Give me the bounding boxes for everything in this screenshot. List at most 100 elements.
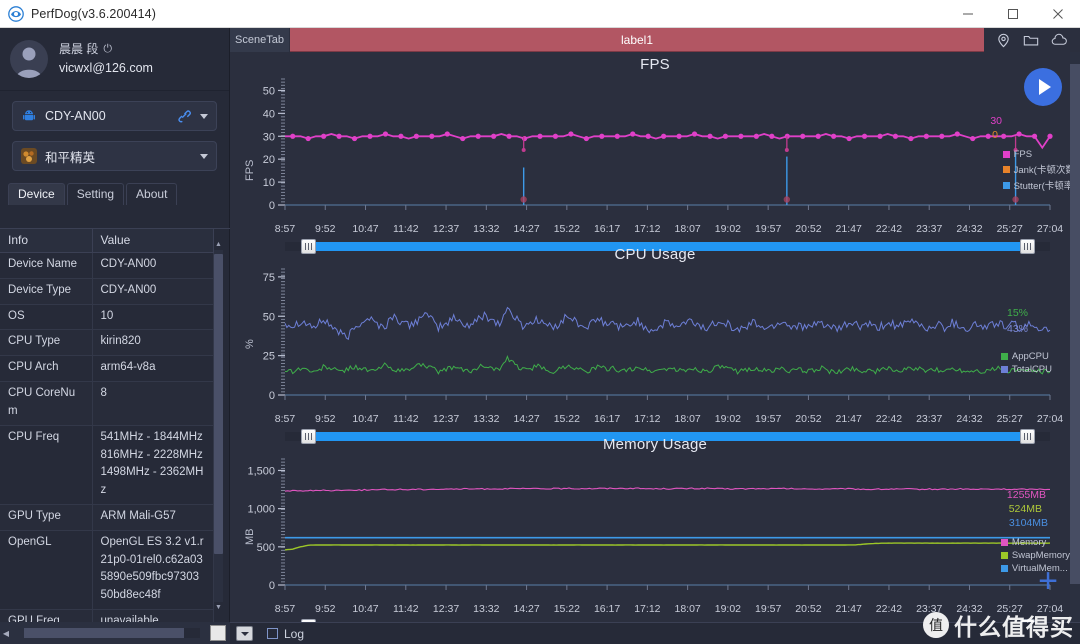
legend-label: Stutter(卡顿率): [1013, 181, 1077, 192]
device-selector[interactable]: CDY-AN00: [12, 101, 217, 131]
app-name-label: 和平精英: [45, 150, 96, 165]
x-tick-label: 18:07: [674, 413, 701, 425]
chevron-down-icon[interactable]: [200, 153, 208, 159]
resize-grip[interactable]: [210, 625, 226, 641]
table-row: CPU CoreNum 8: [0, 381, 214, 426]
legend-item[interactable]: SwapMemory: [1000, 550, 1070, 561]
svg-text:30: 30: [263, 131, 275, 143]
scroll-left-arrow-icon[interactable]: ◀: [0, 629, 12, 638]
legend-item[interactable]: FPS: [1002, 149, 1078, 160]
legend-item[interactable]: VirtualMem...: [1000, 563, 1070, 574]
scene-tab-button[interactable]: SceneTab: [230, 28, 290, 52]
watermark: 值 什么值得买: [923, 608, 1074, 642]
hscroll-thumb[interactable]: [24, 628, 184, 638]
tab-setting[interactable]: Setting: [66, 183, 125, 205]
maximize-button[interactable]: [990, 0, 1035, 28]
x-tick-label: 16:17: [593, 413, 621, 425]
table-row: Device Name CDY-AN00: [0, 252, 214, 279]
main-vertical-scrollbar[interactable]: [1070, 52, 1080, 622]
x-tick-label: 13:32: [473, 413, 500, 425]
info-key: OpenGL: [0, 530, 93, 611]
plot-cpu[interactable]: % 0 25 50 75 15% 43% AppCPU TotalCPU: [230, 263, 1080, 413]
legend-label: TotalCPU: [1011, 364, 1052, 375]
legend-item[interactable]: Memory: [1000, 537, 1070, 548]
close-button[interactable]: [1035, 0, 1080, 28]
x-tick-label: 24:32: [956, 223, 983, 235]
scene-bar: SceneTab label1: [230, 28, 1080, 52]
cloud-icon[interactable]: [1051, 33, 1068, 47]
app-selector[interactable]: 和平精英: [12, 141, 217, 171]
perfdog-window: PerfDog(v3.6.200414) 晨晨 段 ⏻ vicwxl@126.c…: [0, 0, 1080, 644]
main-scrollbar-thumb[interactable]: [1070, 64, 1080, 584]
watermark-logo: 值: [923, 612, 949, 638]
x-axis-cpu: 8:57 9:52 10:47 11:42 12:37 13:32 14:27 15:22 16…: [230, 413, 1080, 429]
memory-current-value-1: 524MB: [1008, 503, 1042, 515]
hscroll-track[interactable]: [24, 628, 200, 638]
svg-text:20: 20: [263, 154, 275, 166]
cpu-plot-svg: 0 25 50 75: [263, 268, 1051, 402]
minimize-button[interactable]: [945, 0, 990, 28]
x-tick-label: 14:27: [513, 413, 540, 425]
x-tick-label: 11:42: [393, 413, 419, 425]
play-button[interactable]: [1024, 68, 1062, 106]
x-tick-label: 22:42: [875, 223, 903, 235]
y-axis-label-memory: MB: [244, 528, 256, 546]
x-tick-label: 17:12: [634, 603, 661, 615]
expand-log-button[interactable]: [236, 626, 253, 641]
x-tick-label: 12:37: [432, 223, 460, 235]
info-value: CDY-AN00: [92, 278, 214, 305]
chart-memory: Memory Usage MB 0 500 1,000 1,500 1255MB 52…: [230, 432, 1080, 634]
info-value: OpenGL ES 3.2 v1.r21p0-01rel0.c62a035890…: [92, 530, 214, 611]
x-tick-label: 9:52: [315, 603, 336, 615]
power-icon[interactable]: ⏻: [103, 44, 112, 55]
svg-text:0: 0: [269, 200, 275, 212]
x-tick-label: 8:57: [274, 603, 296, 615]
x-tick-label: 23:37: [916, 223, 943, 235]
legend-item[interactable]: AppCPU: [1000, 351, 1052, 362]
scroll-down-arrow-icon[interactable]: ▼: [214, 603, 223, 612]
usb-link-icon[interactable]: [177, 109, 191, 123]
x-tick-label: 18:07: [674, 223, 701, 235]
chart-fps: FPS FPS 0 10 20 30 40 50 30 0 FPS Jank(卡顿次数) St…: [230, 52, 1080, 254]
x-tick-label: 21:47: [835, 413, 862, 425]
sidebar-horizontal-scrollbar[interactable]: ◀: [0, 622, 230, 644]
x-tick-label: 27:04: [1036, 413, 1064, 425]
add-chart-button[interactable]: +: [1038, 564, 1058, 598]
x-tick-label: 10:47: [352, 603, 379, 615]
sidebar-vertical-scrollbar[interactable]: ▲ ▼: [214, 241, 223, 611]
x-axis-fps: 8:57 9:52 10:47 11:42 12:37 13:32 14:27 15:22 16…: [230, 223, 1080, 239]
log-checkbox-group[interactable]: Log: [267, 627, 304, 641]
scrollbar-thumb[interactable]: [214, 254, 223, 554]
x-tick-label: 8:57: [274, 223, 296, 235]
legend-item[interactable]: Jank(卡顿次数): [1002, 162, 1078, 176]
tab-about[interactable]: About: [126, 183, 178, 205]
x-tick-label: 17:12: [634, 223, 661, 235]
x-tick-label: 15:22: [553, 223, 580, 235]
info-key: OS: [0, 304, 93, 331]
info-value: kirin820: [92, 329, 214, 357]
folder-icon[interactable]: [1023, 33, 1039, 48]
top-icon-group: [984, 28, 1080, 52]
svg-text:50: 50: [263, 311, 275, 323]
legend-swatch: [1002, 151, 1010, 158]
location-pin-icon[interactable]: [996, 33, 1011, 48]
table-row: OpenGL OpenGL ES 3.2 v1.r21p0-01rel0.c62a…: [0, 530, 214, 611]
legend-item[interactable]: Stutter(卡顿率): [1002, 178, 1078, 192]
svg-text:40: 40: [263, 108, 275, 120]
svg-text:50: 50: [263, 85, 275, 97]
plot-fps[interactable]: FPS 0 10 20 30 40 50 30 0 FPS Jank(卡顿次数) Stutte…: [230, 73, 1080, 223]
info-value: 10: [92, 304, 214, 331]
legend-fps: FPS Jank(卡顿次数) Stutter(卡顿率): [1002, 149, 1078, 194]
label-bar[interactable]: label1: [290, 28, 984, 52]
legend-item[interactable]: TotalCPU: [1000, 364, 1052, 375]
scroll-up-arrow-icon[interactable]: ▲: [214, 240, 223, 249]
table-row: OS 10: [0, 304, 214, 331]
device-info-table-wrap: Info Value Device Name CDY-AN00 Device Typ…: [0, 228, 230, 622]
x-tick-label: 8:57: [274, 413, 296, 425]
plot-memory[interactable]: MB 0 500 1,000 1,500 1255MB 524MB 3104MB Me…: [230, 453, 1080, 603]
chevron-down-icon[interactable]: [200, 113, 208, 119]
x-tick-label: 19:02: [714, 223, 742, 235]
x-tick-label: 19:57: [755, 603, 782, 615]
tab-device[interactable]: Device: [8, 183, 65, 205]
log-checkbox[interactable]: [267, 628, 278, 639]
